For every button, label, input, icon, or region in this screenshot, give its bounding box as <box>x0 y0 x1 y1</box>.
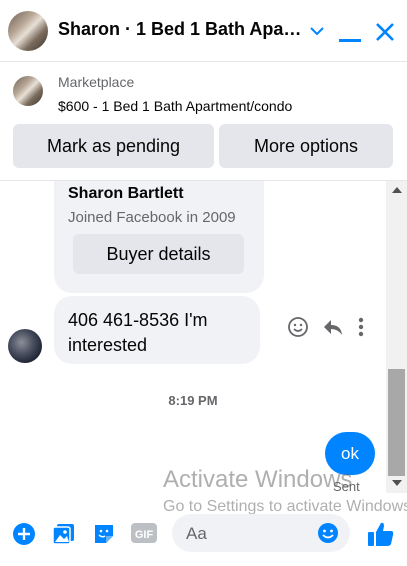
marketplace-listing[interactable]: Marketplace $600 - 1 Bed 1 Bath Apartmen… <box>0 62 407 118</box>
more-options-button[interactable]: More options <box>219 124 393 168</box>
scrollbar-thumb[interactable] <box>388 369 405 476</box>
sticker-icon[interactable] <box>92 522 116 551</box>
more-actions-icon[interactable] <box>358 316 364 343</box>
reply-icon[interactable] <box>322 316 344 343</box>
marketplace-label: Marketplace <box>58 74 135 90</box>
gif-icon-label: GIF <box>135 529 154 541</box>
scroll-down-arrow-icon[interactable] <box>392 480 402 486</box>
plus-icon[interactable] <box>12 522 36 551</box>
close-icon[interactable] <box>375 22 395 47</box>
chat-scrollbar[interactable] <box>386 181 407 493</box>
gif-icon[interactable]: GIF <box>131 522 157 549</box>
outgoing-message[interactable]: ok <box>325 432 375 475</box>
react-emoji-icon[interactable] <box>287 316 309 343</box>
message-status: Sent <box>333 479 360 493</box>
buyer-details-button[interactable]: Buyer details <box>73 234 244 274</box>
emoji-icon[interactable] <box>317 522 339 549</box>
message-input[interactable] <box>184 522 308 546</box>
chat-header: Sharon · 1 Bed 1 Bath Apartment/condo <box>0 0 407 62</box>
buyer-joined-date: Joined Facebook in 2009 <box>68 209 236 226</box>
profile-card: Sharon Bartlett Joined Facebook in 2009 … <box>54 181 264 293</box>
listing-title: $600 - 1 Bed 1 Bath Apartment/condo <box>58 98 293 114</box>
listing-avatar[interactable] <box>8 11 48 51</box>
chevron-down-icon[interactable] <box>309 24 325 42</box>
incoming-message[interactable]: 406 461-8536 I'm interested <box>54 296 260 364</box>
photo-icon[interactable] <box>52 522 76 551</box>
minimize-icon[interactable] <box>339 30 361 48</box>
chat-title[interactable]: Sharon · 1 Bed 1 Bath Apartment/condo <box>58 19 303 40</box>
like-icon[interactable] <box>367 520 395 553</box>
message-timestamp: 8:19 PM <box>168 393 218 408</box>
scroll-up-arrow-icon[interactable] <box>392 187 402 193</box>
message-thread[interactable]: Sharon Bartlett Joined Facebook in 2009 … <box>0 181 386 493</box>
sender-avatar[interactable] <box>8 329 42 363</box>
mark-as-pending-button[interactable]: Mark as pending <box>13 124 214 168</box>
message-input-container[interactable] <box>172 514 350 552</box>
listing-thumbnail <box>13 76 43 106</box>
message-composer: GIF <box>0 500 407 566</box>
buyer-name: Sharon Bartlett <box>68 185 184 202</box>
